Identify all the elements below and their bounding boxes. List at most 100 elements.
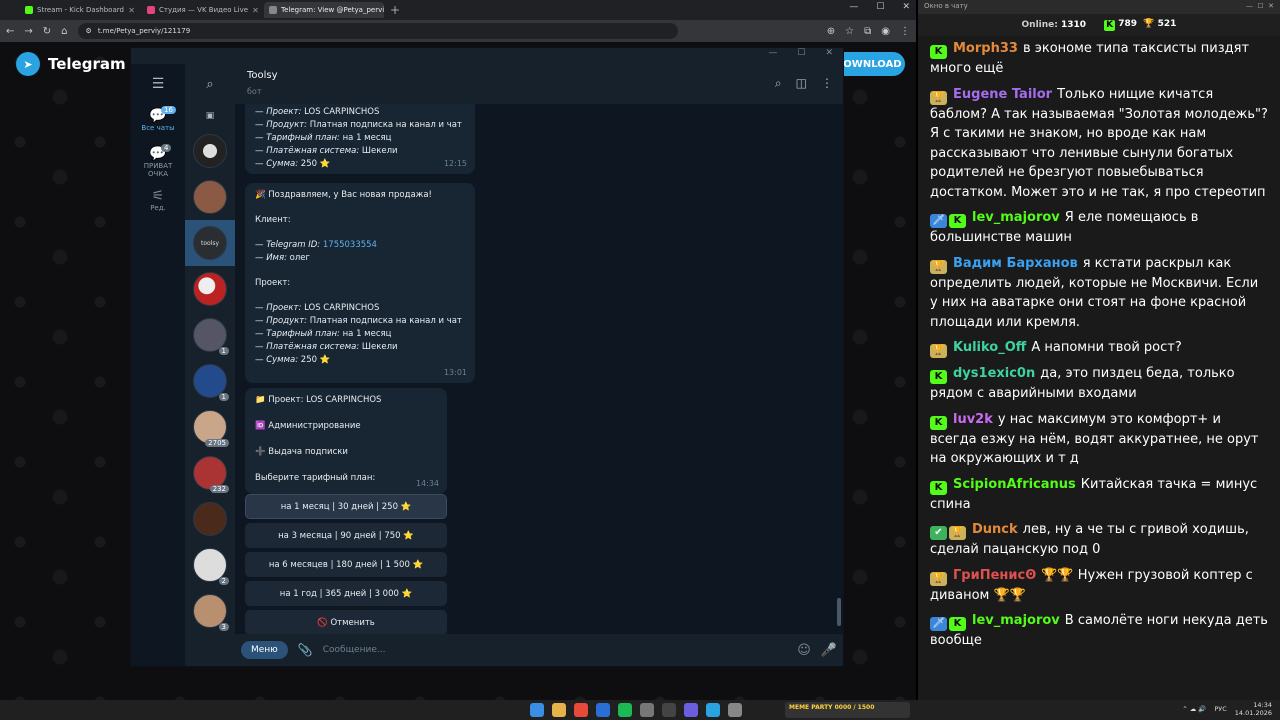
- telegram-icon[interactable]: [706, 703, 720, 717]
- sidebar-toggle-icon[interactable]: ◫: [796, 76, 807, 91]
- chat-username[interactable]: Eugene Tailor: [953, 87, 1052, 102]
- chat-username[interactable]: Kuliko_Off: [953, 340, 1026, 355]
- chat-window-titlebar: Окно в чату — ☐ ✕: [918, 0, 1280, 14]
- chat-header[interactable]: Toolsy бот ⌕ ◫ ⋮: [235, 64, 843, 104]
- reload-icon[interactable]: ↻: [43, 26, 51, 37]
- maximize-icon[interactable]: ☐: [797, 48, 805, 64]
- chat-username[interactable]: lev_majorov: [972, 210, 1060, 225]
- check-badge-icon: ✔: [930, 526, 947, 540]
- gold-count: 521: [1157, 19, 1177, 29]
- plan-button-1-year[interactable]: на 1 год | 365 дней | 3 000 ⭐: [245, 581, 447, 606]
- search-button[interactable]: ⌕: [185, 64, 235, 104]
- chat-item-toolsy[interactable]: toolsy: [185, 220, 235, 266]
- hamburger-menu-icon[interactable]: ☰: [131, 76, 185, 92]
- chat-text: А напомни твой рост?: [1031, 340, 1182, 355]
- message-input[interactable]: Сообщение...: [323, 645, 788, 655]
- chat-item[interactable]: [185, 174, 235, 220]
- system-tray: ⌃ ☁ 🔊 РУС 14:34 14.01.2026: [1182, 701, 1272, 717]
- menu-icon[interactable]: ⋮: [900, 26, 910, 37]
- maximize-icon[interactable]: ☐: [876, 2, 884, 12]
- app-icon[interactable]: [728, 703, 742, 717]
- scrollbar[interactable]: [837, 104, 841, 634]
- archive-item[interactable]: ▣: [185, 104, 235, 128]
- folder-all-chats[interactable]: 💬 16 Все чаты: [131, 106, 185, 132]
- browser-icon[interactable]: [552, 703, 566, 717]
- bot-menu-button[interactable]: Меню: [241, 641, 288, 659]
- chat-message: K ScipionAfricanus Китайская тачка = минус…: [918, 472, 1280, 518]
- microphone-icon[interactable]: 🎤: [821, 643, 837, 658]
- site-info-icon[interactable]: ⚙: [86, 27, 92, 35]
- spotify-icon[interactable]: [618, 703, 632, 717]
- close-icon[interactable]: ✕: [252, 6, 259, 15]
- star-icon[interactable]: ☆: [845, 26, 854, 37]
- chat-item[interactable]: 2705: [185, 404, 235, 450]
- download-button[interactable]: DOWNLOAD: [835, 52, 905, 76]
- chat-item[interactable]: 1: [185, 312, 235, 358]
- meme-party-widget: MEME PARTY 0000 / 1500: [785, 702, 910, 718]
- chat-item[interactable]: 1: [185, 358, 235, 404]
- home-icon[interactable]: ⌂: [61, 26, 67, 37]
- more-icon[interactable]: ⋮: [821, 76, 833, 91]
- sliders-icon: ⚟: [151, 188, 165, 204]
- close-icon[interactable]: ✕: [902, 2, 910, 12]
- tab-kick[interactable]: Stream - Kick Dashboard ✕: [20, 2, 140, 18]
- inline-keyboard: на 1 месяц | 30 дней | 250 ⭐ на 3 месяца…: [245, 490, 447, 634]
- chat-item[interactable]: [185, 128, 235, 174]
- tab-telegram[interactable]: Telegram: View @Petya_perviy✕: [264, 2, 384, 18]
- chat-area: Toolsy бот ⌕ ◫ ⋮ — Проект: LOS CARPINCHOS …: [235, 64, 843, 666]
- chat-text: Я еле помещаюсь в большинстве машин: [930, 210, 1199, 245]
- scrollbar-thumb[interactable]: [837, 598, 841, 626]
- message-line: — Сумма: 250 ⭐: [255, 355, 331, 365]
- tab-vk[interactable]: Студия — VK Видео Live ✕: [142, 2, 262, 18]
- clock[interactable]: 14:34 14.01.2026: [1235, 701, 1272, 717]
- profile-icon[interactable]: ◉: [881, 26, 890, 37]
- chat-username[interactable]: dys1exic0n: [953, 366, 1035, 381]
- search-icon[interactable]: ⌕: [775, 76, 782, 91]
- cancel-button[interactable]: 🚫 Отменить: [245, 610, 447, 634]
- chat-item[interactable]: 3: [185, 588, 235, 634]
- emoji-icon[interactable]: ☺: [797, 643, 811, 658]
- zoom-icon[interactable]: ⊕: [827, 26, 835, 37]
- plan-button-1-month[interactable]: на 1 месяц | 30 дней | 250 ⭐: [245, 494, 447, 519]
- chat-username[interactable]: Dunck: [972, 522, 1018, 537]
- forward-icon[interactable]: →: [24, 26, 32, 37]
- folder-edit[interactable]: ⚟ Ред.: [131, 188, 185, 212]
- unread-count: 1: [218, 347, 229, 355]
- app-icon[interactable]: [574, 703, 588, 717]
- telegram-logo[interactable]: ➤ Telegram: [16, 52, 126, 76]
- folder-private[interactable]: 💬 4 ПРИВАТ ОЧКА: [131, 144, 185, 178]
- attach-icon[interactable]: 📎: [298, 643, 313, 657]
- unread-count: 1: [218, 393, 229, 401]
- discord-icon[interactable]: [684, 703, 698, 717]
- new-tab-button[interactable]: +: [390, 3, 400, 17]
- minimize-icon[interactable]: —: [849, 2, 858, 12]
- minimize-icon[interactable]: —: [768, 48, 777, 64]
- avatar: toolsy: [193, 226, 227, 260]
- start-icon[interactable]: [530, 703, 544, 717]
- steam-icon[interactable]: [596, 703, 610, 717]
- tray-icons[interactable]: ⌃ ☁ 🔊: [1182, 705, 1206, 713]
- chat-item[interactable]: [185, 266, 235, 312]
- chat-item[interactable]: [185, 496, 235, 542]
- obs-icon[interactable]: [662, 703, 676, 717]
- kick-count: 789: [1118, 19, 1138, 29]
- plan-button-6-months[interactable]: на 6 месяцев | 180 дней | 1 500 ⭐: [245, 552, 447, 577]
- chat-username[interactable]: ГриПенисꙨ: [953, 568, 1036, 583]
- chat-username[interactable]: luv2k: [953, 412, 993, 427]
- language-indicator[interactable]: РУС: [1214, 705, 1226, 713]
- app-icon[interactable]: [640, 703, 654, 717]
- close-icon[interactable]: ✕: [825, 48, 833, 64]
- plan-button-3-months[interactable]: на 3 месяца | 90 дней | 750 ⭐: [245, 523, 447, 548]
- chat-item[interactable]: 2: [185, 542, 235, 588]
- chat-username[interactable]: ScipionAfricanus: [953, 477, 1076, 492]
- window-controls[interactable]: — ☐ ✕: [1246, 2, 1274, 12]
- extensions-icon[interactable]: ⧉: [864, 26, 871, 37]
- chat-username[interactable]: Вадим Барханов: [953, 256, 1078, 271]
- chat-item[interactable]: 232: [185, 450, 235, 496]
- chat-username[interactable]: Morph33: [953, 41, 1018, 56]
- close-icon[interactable]: ✕: [128, 6, 135, 15]
- chat-username[interactable]: lev_majorov: [972, 613, 1060, 628]
- telegram-id-link[interactable]: 1755033554: [323, 240, 377, 250]
- back-icon[interactable]: ←: [6, 26, 14, 37]
- url-field[interactable]: ⚙ t.me/Petya_perviy/121179: [77, 23, 678, 39]
